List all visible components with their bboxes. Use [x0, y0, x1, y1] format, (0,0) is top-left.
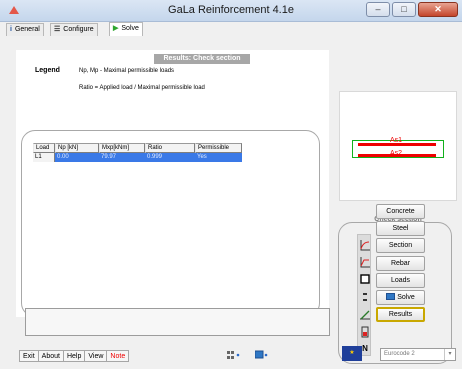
stress-strain-icon[interactable]	[359, 256, 371, 268]
configure-icon: ☰	[54, 26, 61, 33]
section-button[interactable]: Section	[376, 238, 425, 253]
results-header: Results: Check section	[154, 54, 250, 64]
loads-icon[interactable]	[359, 308, 371, 320]
rebar-label-as1: As1	[390, 137, 403, 144]
rebar-button[interactable]: Rebar	[376, 256, 425, 271]
column-header-np[interactable]: Np [kN]	[55, 143, 99, 153]
minimize-button[interactable]: –	[366, 2, 390, 17]
legend-line-2: Ratio = Applied load / Maximal permissib…	[79, 85, 205, 91]
legend-line-1: Np, Mp - Maximal permissible loads	[79, 68, 175, 74]
rebar-layers-icon[interactable]	[359, 291, 371, 303]
monitor-icon	[386, 293, 396, 300]
info-icon: i	[10, 26, 12, 33]
note-button[interactable]: Note	[107, 350, 130, 362]
column-header-ratio[interactable]: Ratio	[145, 143, 195, 153]
main-panel: Results: Check section Legend Np, Mp - M…	[0, 36, 462, 369]
cell-mxp: 79.97	[99, 153, 145, 162]
solve-button-label: Solve	[397, 294, 415, 301]
cell-permissible: Yes	[195, 153, 242, 162]
tab-configure-label: Configure	[63, 26, 94, 33]
tab-general-label: General	[14, 26, 40, 33]
table-row[interactable]: L1 0.00 79.97 0.999 Yes	[33, 153, 242, 162]
bottom-bar: Exit About Help View Note ★ Eurocode 2 ▾	[0, 345, 462, 369]
solve-button[interactable]: Solve	[376, 290, 425, 305]
side-icon-column: N	[357, 234, 371, 356]
about-button[interactable]: About	[38, 350, 64, 362]
grid-export-icon[interactable]	[227, 350, 241, 360]
rectangle-section-icon[interactable]	[359, 273, 371, 285]
design-code-select[interactable]: Eurocode 2 ▾	[380, 348, 456, 361]
play-icon: ▶	[113, 25, 119, 32]
tab-general[interactable]: i General	[6, 23, 44, 36]
maximize-icon: □	[401, 4, 407, 14]
chevron-down-icon: ▾	[444, 349, 455, 360]
column-header-load[interactable]: Load	[33, 143, 55, 153]
cell-ratio: 0.999	[145, 153, 195, 162]
solver-icon[interactable]	[359, 326, 371, 338]
title-bar: GaLa Reinforcement 4.1e – □ ✕	[0, 0, 462, 22]
design-code-value: Eurocode 2	[384, 351, 415, 357]
exit-button[interactable]: Exit	[19, 350, 39, 362]
cell-np: 0.00	[55, 153, 99, 162]
legend-title: Legend	[35, 67, 60, 74]
maximize-button[interactable]: □	[392, 2, 416, 17]
steel-button[interactable]: Steel	[376, 221, 425, 236]
eu-flag-icon: ★	[342, 346, 362, 361]
view-button[interactable]: View	[85, 350, 108, 362]
cell-load: L1	[33, 153, 55, 162]
concrete-button[interactable]: Concrete	[376, 204, 425, 219]
help-button[interactable]: Help	[63, 350, 86, 362]
screen-export-icon[interactable]	[255, 350, 269, 360]
stress-strain-icon[interactable]	[359, 239, 371, 251]
column-header-permissible[interactable]: Permissible	[195, 143, 242, 153]
section-preview: As1 As2	[339, 91, 457, 201]
loads-button[interactable]: Loads	[376, 273, 425, 288]
minimize-icon: –	[375, 4, 381, 14]
tab-solve[interactable]: ▶ Solve	[109, 22, 143, 36]
close-button[interactable]: ✕	[418, 2, 458, 17]
results-table-header: Load Np [kN] Mxp[kNm] Ratio Permissible	[33, 143, 242, 153]
close-icon: ✕	[434, 4, 442, 14]
status-message-box	[25, 308, 330, 336]
tab-solve-label: Solve	[121, 25, 139, 32]
tab-strip: i General ☰ Configure ▶ Solve	[0, 22, 462, 36]
column-header-mxp[interactable]: Mxp[kNm]	[99, 143, 145, 153]
results-button[interactable]: Results	[376, 307, 425, 322]
tab-configure[interactable]: ☰ Configure	[50, 23, 98, 36]
rebar-label-as2: As2	[390, 150, 403, 157]
